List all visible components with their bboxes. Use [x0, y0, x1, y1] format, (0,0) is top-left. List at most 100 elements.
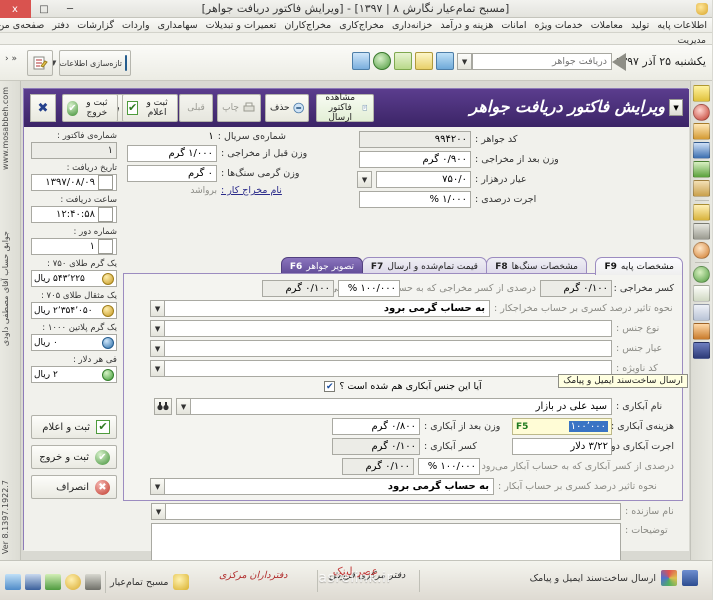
menu-item-3[interactable]: خدمات ویژه: [534, 20, 584, 31]
receive-time-input[interactable]: ۱۲:۴۰:۵۸: [32, 206, 118, 223]
save-announce-button[interactable]: ثبت و اعلام ✔: [123, 94, 179, 122]
search-input-wrapper[interactable]: [473, 53, 613, 70]
plating-cost-input[interactable]: F5 ۱۰۰٬۰۰۰: [513, 418, 613, 435]
bird-icon[interactable]: [694, 204, 711, 221]
search-input[interactable]: [474, 54, 612, 69]
menu-item-10[interactable]: سهامداری: [158, 20, 200, 31]
plating-weight-input[interactable]: ۰/۸۰۰ گرم: [333, 418, 421, 435]
plating-effect-combo[interactable]: به حساب گرمی برود ▼: [151, 478, 495, 495]
karat-input[interactable]: ۷۵۰/۰: [377, 171, 472, 188]
prev-button[interactable]: قبلی: [180, 94, 214, 122]
jewel-code-input[interactable]: ۹۹۴۲۰۰: [360, 131, 472, 148]
key-icon[interactable]: [694, 223, 711, 240]
material-type-combo[interactable]: ▼: [151, 320, 613, 337]
picture-icon[interactable]: [437, 52, 455, 70]
search-dropdown-caret[interactable]: ▼: [458, 53, 473, 70]
karat-dropdown-caret[interactable]: ▼: [358, 171, 373, 188]
person-icon[interactable]: [416, 52, 434, 70]
plating-name-caret[interactable]: ▼: [177, 398, 192, 415]
tray-icon[interactable]: [395, 52, 413, 70]
close-button[interactable]: x: [0, 0, 32, 18]
material-karat-combo[interactable]: ▼: [151, 340, 613, 357]
window-icon[interactable]: [353, 52, 371, 70]
menu-item-11[interactable]: واردات: [122, 20, 152, 31]
menu-item-14[interactable]: صفحه‌ی من: [0, 20, 46, 31]
menu-item-7[interactable]: مخراج‌کاری: [339, 20, 386, 31]
safe-box-icon[interactable]: [694, 123, 711, 140]
tray-app-icon[interactable]: [683, 570, 699, 586]
edit-note-button[interactable]: [28, 50, 54, 76]
effect-combo[interactable]: به حساب گرمی برود ▼: [151, 300, 491, 317]
action-cancel[interactable]: ✖ انصراف: [32, 475, 118, 499]
plating-percent-gram-input[interactable]: ۰/۱۰۰ گرم: [343, 458, 415, 475]
refresh-info-button[interactable]: تازه‌سازی اطلاعات ▼: [52, 50, 132, 76]
clock-icon[interactable]: [99, 207, 114, 222]
stack-icon[interactable]: [26, 574, 42, 590]
leaf-icon[interactable]: [46, 574, 62, 590]
action-save-announce[interactable]: ✔ ثبت و اعلام: [32, 415, 118, 439]
menu-item-8[interactable]: مخراج‌کاران: [284, 20, 333, 31]
craftsman-label[interactable]: نام مخراج کار :: [222, 185, 322, 196]
plating-name-combo[interactable]: سید علی در بازار ▼: [177, 398, 613, 415]
menu-item-4[interactable]: امانات: [501, 20, 528, 31]
menu-item-0[interactable]: اطلاعات پایه: [657, 20, 709, 31]
deduction-gram-input[interactable]: ۰/۱۰۰ گرم: [263, 280, 335, 297]
deduction-percent-input[interactable]: ۱۰۰/۰۰۰ %: [339, 280, 401, 297]
save-exit-button[interactable]: ثبت و خروج ✔: [63, 94, 119, 122]
binoculars-icon[interactable]: [155, 398, 173, 415]
stones-weight-input[interactable]: ۰ گرم: [128, 165, 218, 182]
material-karat-caret[interactable]: ▼: [151, 340, 166, 357]
globe-icon[interactable]: [374, 52, 392, 70]
tab-basic-info[interactable]: مشخصات پایه F9: [596, 257, 684, 275]
money-icon[interactable]: [694, 161, 711, 178]
action-save-exit[interactable]: ✔ ثبت و خروج: [32, 445, 118, 469]
form-dropdown-caret[interactable]: ▼: [670, 99, 684, 116]
send-sms-icon[interactable]: [694, 342, 711, 359]
menu-bar[interactable]: اطلاعات پایه تولید معاملات خدمات ویژه ام…: [0, 18, 713, 33]
window-switch-icon[interactable]: [6, 574, 22, 590]
menu-item-5[interactable]: هزینه و درآمد: [440, 20, 495, 31]
fee-percent-input[interactable]: ۱/۰۰۰ %: [360, 191, 472, 208]
print-button[interactable]: چاپ: [218, 94, 262, 122]
chart-icon[interactable]: [694, 285, 711, 302]
star-icon[interactable]: [173, 574, 190, 590]
form-close-button[interactable]: ✖: [31, 94, 57, 122]
maker-combo[interactable]: ▼: [152, 503, 622, 520]
maximize-button[interactable]: □: [32, 0, 58, 18]
special-code-combo[interactable]: ▼: [151, 360, 613, 377]
plating-percent-input[interactable]: ۱۰۰/۰۰۰ %: [419, 458, 481, 475]
menu-item-9[interactable]: تعمیرات و تبدیلات: [206, 20, 279, 31]
gold-bar-icon[interactable]: [694, 85, 711, 102]
ring-tool-icon[interactable]: [66, 574, 82, 590]
deduction-input[interactable]: ۰/۱۰۰ گرم: [541, 280, 613, 297]
toolbar-overflow-chevrons[interactable]: « ‹: [6, 54, 18, 64]
house-icon[interactable]: [694, 142, 711, 159]
plating-fee2-input[interactable]: ۳/۲۲ دلار: [513, 438, 613, 455]
minimize-button[interactable]: ─: [58, 0, 84, 18]
menu-item-1[interactable]: تولید: [631, 20, 651, 31]
taskbar-item-3[interactable]: دفترداران مرکزی: [220, 570, 289, 581]
plating-checkbox[interactable]: ✔: [325, 381, 337, 392]
delete-button[interactable]: حذف: [266, 94, 310, 122]
hand-coin-icon[interactable]: [694, 180, 711, 197]
plating-effect-caret[interactable]: ▼: [151, 478, 166, 495]
report-icon[interactable]: [694, 304, 711, 321]
view-invoice-button[interactable]: مشاهده فاکتور ارسال: [317, 93, 375, 123]
material-type-caret[interactable]: ▼: [151, 320, 166, 337]
menu-item-6[interactable]: خزانه‌داری: [392, 20, 434, 31]
weight-after-input[interactable]: ۰/۹۰۰ گرم: [360, 151, 472, 168]
menu-item-12[interactable]: گزارشات: [77, 20, 116, 31]
weight-before-input[interactable]: ۱/۰۰۰ گرم: [128, 145, 218, 162]
plating-deduction-input[interactable]: ۰/۱۰۰ گرم: [333, 438, 421, 455]
counter-icon[interactable]: [99, 239, 114, 254]
chat-icon[interactable]: [694, 266, 711, 283]
maker-caret[interactable]: ▼: [152, 503, 167, 520]
menu-item-13[interactable]: دفتر: [52, 20, 71, 31]
tools-icon[interactable]: [694, 323, 711, 340]
taskbar-item-1-label[interactable]: مسبح تمام‌عیار: [111, 577, 170, 588]
menu-item-2[interactable]: معاملات: [591, 20, 625, 31]
round-number-input[interactable]: ۱: [32, 238, 118, 255]
effect-dropdown-caret[interactable]: ▼: [151, 300, 166, 317]
tray-colors-icon[interactable]: [662, 570, 678, 586]
ring-icon[interactable]: [694, 104, 711, 121]
